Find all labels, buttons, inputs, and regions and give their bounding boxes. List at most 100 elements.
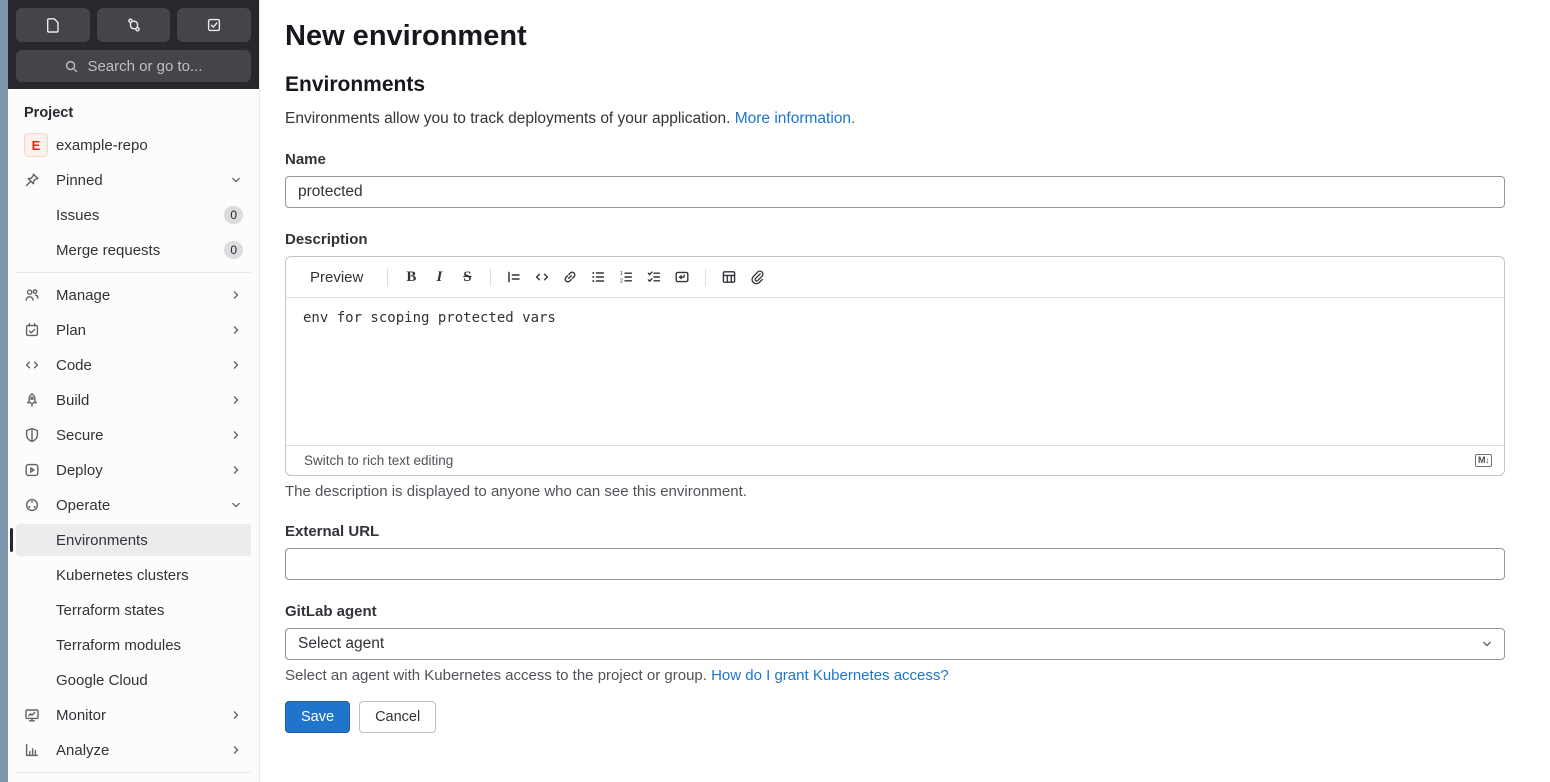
bulleted-list-button[interactable] — [585, 264, 611, 290]
sidebar-item-monitor[interactable]: Monitor — [16, 699, 251, 731]
intro-text: Environments allow you to track deployme… — [285, 110, 1505, 128]
issues-count-badge: 0 — [224, 206, 243, 224]
project-name: example-repo — [56, 136, 148, 154]
sidebar-item-deploy[interactable]: Deploy — [16, 454, 251, 486]
chevron-right-icon — [229, 358, 243, 372]
chevron-right-icon — [229, 393, 243, 407]
sidebar-divider — [16, 772, 251, 773]
sidebar-item-label: Terraform states — [56, 601, 165, 619]
description-label: Description — [285, 231, 368, 248]
sidebar-item-issues[interactable]: Issues 0 — [16, 199, 251, 231]
task-list-icon — [646, 269, 662, 285]
todo-icon — [206, 17, 222, 33]
globe-icon — [24, 497, 48, 513]
sidebar-item-label: Google Cloud — [56, 671, 148, 689]
quote-button[interactable] — [501, 264, 527, 290]
sidebar-item-label: Operate — [56, 496, 111, 514]
toolbar-separator — [705, 268, 707, 286]
agent-help-static-text: Select an agent with Kubernetes access t… — [285, 667, 712, 684]
description-textarea[interactable]: env for scoping protected vars — [286, 298, 1504, 445]
sidebar-item-environments[interactable]: Environments — [10, 524, 251, 556]
merge-requests-count-badge: 0 — [224, 241, 243, 259]
kubernetes-access-help-link[interactable]: How do I grant Kubernetes access? — [711, 667, 949, 684]
link-button[interactable] — [557, 264, 583, 290]
bold-icon: B — [406, 268, 417, 285]
bold-button[interactable]: B — [398, 264, 424, 290]
external-url-input[interactable] — [285, 548, 1505, 580]
pin-icon — [24, 172, 48, 188]
strikethrough-button[interactable]: S — [454, 264, 480, 290]
sidebar-item-operate[interactable]: Operate — [16, 489, 251, 521]
sidebar-item-build[interactable]: Build — [16, 384, 251, 416]
chevron-down-icon — [229, 498, 243, 512]
search-icon — [64, 59, 79, 74]
task-list-button[interactable] — [641, 264, 667, 290]
page-title: New environment — [285, 20, 527, 52]
sidebar-divider — [16, 272, 251, 273]
sidebar-item-project[interactable]: E example-repo — [16, 129, 251, 161]
sidebar: Search or go to... Project E example-rep… — [8, 0, 260, 782]
sidebar-item-terraform-modules[interactable]: Terraform modules — [16, 629, 251, 661]
save-button[interactable]: Save — [285, 701, 351, 733]
gitlab-agent-select[interactable]: Select agent — [285, 628, 1505, 660]
preview-button[interactable]: Preview — [304, 265, 369, 290]
sidebar-nav: Project E example-repo Pinned Issues 0 M… — [8, 89, 259, 782]
chevron-down-icon — [1480, 637, 1494, 651]
sidebar-item-manage[interactable]: Manage — [16, 279, 251, 311]
description-editor: Preview B I S 12 env for scoping protect… — [285, 256, 1505, 476]
table-button[interactable] — [716, 264, 742, 290]
code-button[interactable] — [529, 264, 555, 290]
sidebar-item-kubernetes-clusters[interactable]: Kubernetes clusters — [16, 559, 251, 591]
deploy-icon — [24, 462, 48, 478]
attach-file-button[interactable] — [744, 264, 770, 290]
chart-icon — [24, 742, 48, 758]
merge-request-icon — [126, 17, 142, 33]
svg-text:1: 1 — [620, 271, 623, 277]
issues-shortcut-button[interactable] — [16, 8, 90, 42]
sidebar-item-code[interactable]: Code — [16, 349, 251, 381]
cancel-button[interactable]: Cancel — [359, 701, 437, 733]
italic-icon: I — [436, 268, 443, 285]
merge-requests-shortcut-button[interactable] — [96, 8, 171, 42]
sidebar-item-label: Deploy — [56, 461, 103, 479]
link-icon — [562, 269, 578, 285]
chevron-right-icon — [229, 323, 243, 337]
sidebar-item-label: Secure — [56, 426, 104, 444]
chevron-right-icon — [229, 288, 243, 302]
toolbar-separator — [387, 268, 389, 286]
project-section-label: Project — [24, 105, 74, 121]
sidebar-item-label: Manage — [56, 286, 111, 304]
italic-button[interactable]: I — [426, 264, 452, 290]
todo-shortcut-button[interactable] — [177, 8, 252, 42]
search-placeholder: Search or go to... — [87, 57, 203, 75]
people-icon — [24, 287, 48, 303]
switch-rich-text-button[interactable]: Switch to rich text editing — [304, 453, 453, 468]
sidebar-item-label: Merge requests — [56, 241, 161, 259]
environments-section-title: Environments — [285, 73, 426, 96]
search-input[interactable]: Search or go to... — [16, 50, 251, 82]
sidebar-item-plan[interactable]: Plan — [16, 314, 251, 346]
sidebar-item-label: Plan — [56, 321, 87, 339]
external-url-label: External URL — [285, 523, 380, 540]
sidebar-item-analyze[interactable]: Analyze — [16, 734, 251, 766]
sidebar-item-terraform-states[interactable]: Terraform states — [16, 594, 251, 626]
more-information-link[interactable]: More information. — [735, 110, 856, 127]
name-input[interactable] — [285, 176, 1505, 208]
issues-icon — [45, 17, 61, 33]
sidebar-item-secure[interactable]: Secure — [16, 419, 251, 451]
collapsible-section-button[interactable] — [669, 264, 695, 290]
code-icon — [24, 357, 48, 373]
project-avatar: E — [24, 133, 48, 157]
attach-file-icon — [749, 269, 765, 285]
bulleted-list-icon — [590, 269, 606, 285]
sidebar-item-pinned[interactable]: Pinned — [16, 164, 251, 196]
quote-icon — [506, 269, 522, 285]
calendar-icon — [24, 322, 48, 338]
sidebar-item-google-cloud[interactable]: Google Cloud — [16, 664, 251, 696]
markdown-toolbar: Preview B I S 12 — [286, 257, 1504, 298]
monitor-icon — [24, 707, 48, 723]
numbered-list-button[interactable]: 12 — [613, 264, 639, 290]
sidebar-item-merge-requests[interactable]: Merge requests 0 — [16, 234, 251, 266]
sidebar-item-label: Monitor — [56, 706, 107, 724]
chevron-right-icon — [229, 463, 243, 477]
